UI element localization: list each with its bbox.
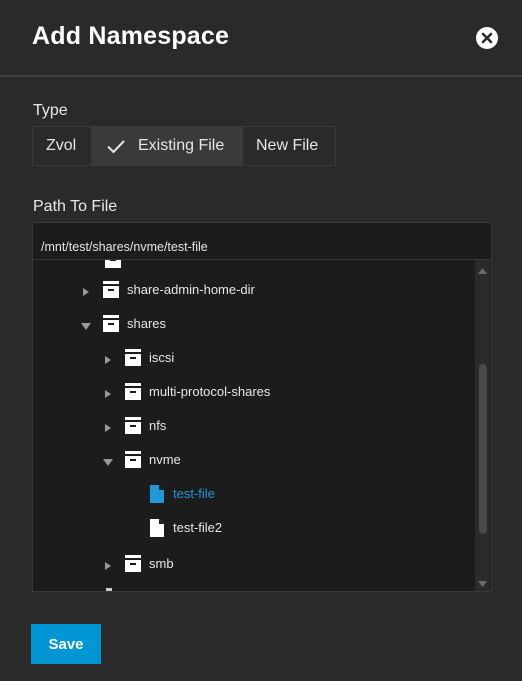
type-option-label: Existing File xyxy=(138,137,225,154)
path-to-file-label: Path To File xyxy=(33,198,118,215)
tree-item-label: test-file2 xyxy=(173,520,223,535)
scroll-up-icon[interactable] xyxy=(477,264,488,275)
file-icon xyxy=(147,484,167,504)
tree-item-label: smb xyxy=(149,556,174,571)
path-to-file-input[interactable] xyxy=(32,222,492,260)
type-toggle-group: Zvol Existing File New File xyxy=(32,126,336,166)
tree-item-label: test-file xyxy=(173,486,215,501)
tree-item-label: multi-protocol-shares xyxy=(149,384,271,399)
folder-icon xyxy=(101,314,121,334)
tree-row[interactable]: smb xyxy=(103,552,174,576)
scrollbar-thumb[interactable] xyxy=(479,364,487,534)
folder-icon xyxy=(123,554,143,574)
tree-row-partial-top xyxy=(103,260,129,272)
type-option-new-file[interactable]: New File xyxy=(243,127,335,165)
tree-row[interactable]: nvme xyxy=(103,448,181,472)
collapse-icon[interactable] xyxy=(103,455,113,466)
tree-item-label: iscsi xyxy=(149,350,175,365)
collapse-icon[interactable] xyxy=(81,319,91,330)
dialog-header: Add Namespace xyxy=(0,0,522,77)
file-icon xyxy=(147,518,167,538)
scroll-down-icon[interactable] xyxy=(477,576,488,587)
tree-item-label: shares xyxy=(127,316,167,331)
folder-icon xyxy=(101,280,121,300)
tree-row-partial-bottom xyxy=(106,588,112,591)
folder-icon xyxy=(123,348,143,368)
tree-row[interactable]: multi-protocol-shares xyxy=(103,380,270,404)
tree-row[interactable]: test-file2 xyxy=(147,516,222,540)
folder-icon xyxy=(123,416,143,436)
expand-icon[interactable] xyxy=(103,421,113,432)
type-option-existing-file[interactable]: Existing File xyxy=(92,127,243,165)
dialog-title: Add Namespace xyxy=(32,22,230,50)
tree-item-label: share-admin-home-dir xyxy=(127,282,255,297)
tree-row[interactable]: test-file xyxy=(147,482,215,506)
tree-row[interactable]: nfs xyxy=(103,414,166,438)
tree-row[interactable]: shares xyxy=(81,312,166,336)
tree-item-label: nfs xyxy=(149,418,167,433)
type-option-label: Zvol xyxy=(46,137,77,154)
close-icon[interactable] xyxy=(476,27,498,49)
type-option-zvol[interactable]: Zvol xyxy=(33,127,92,165)
tree-item-label: nvme xyxy=(149,452,181,467)
folder-icon xyxy=(123,450,143,470)
type-label: Type xyxy=(33,102,68,119)
expand-icon[interactable] xyxy=(103,559,113,570)
tree-scrollbar[interactable] xyxy=(475,260,490,591)
folder-icon xyxy=(103,260,123,270)
type-option-label: New File xyxy=(256,137,319,154)
check-icon xyxy=(106,136,126,156)
tree-row[interactable]: share-admin-home-dir xyxy=(81,278,255,302)
expand-icon[interactable] xyxy=(81,285,91,296)
save-button[interactable]: Save xyxy=(31,624,101,664)
expand-icon[interactable] xyxy=(103,387,113,398)
expand-icon[interactable] xyxy=(103,353,113,364)
tree-row[interactable]: iscsi xyxy=(103,346,174,370)
file-tree: share-admin-home-dir shares iscsi multi-… xyxy=(32,260,492,592)
add-namespace-dialog: Add Namespace Type Zvol Existing File Ne… xyxy=(0,0,522,681)
folder-icon xyxy=(123,382,143,402)
